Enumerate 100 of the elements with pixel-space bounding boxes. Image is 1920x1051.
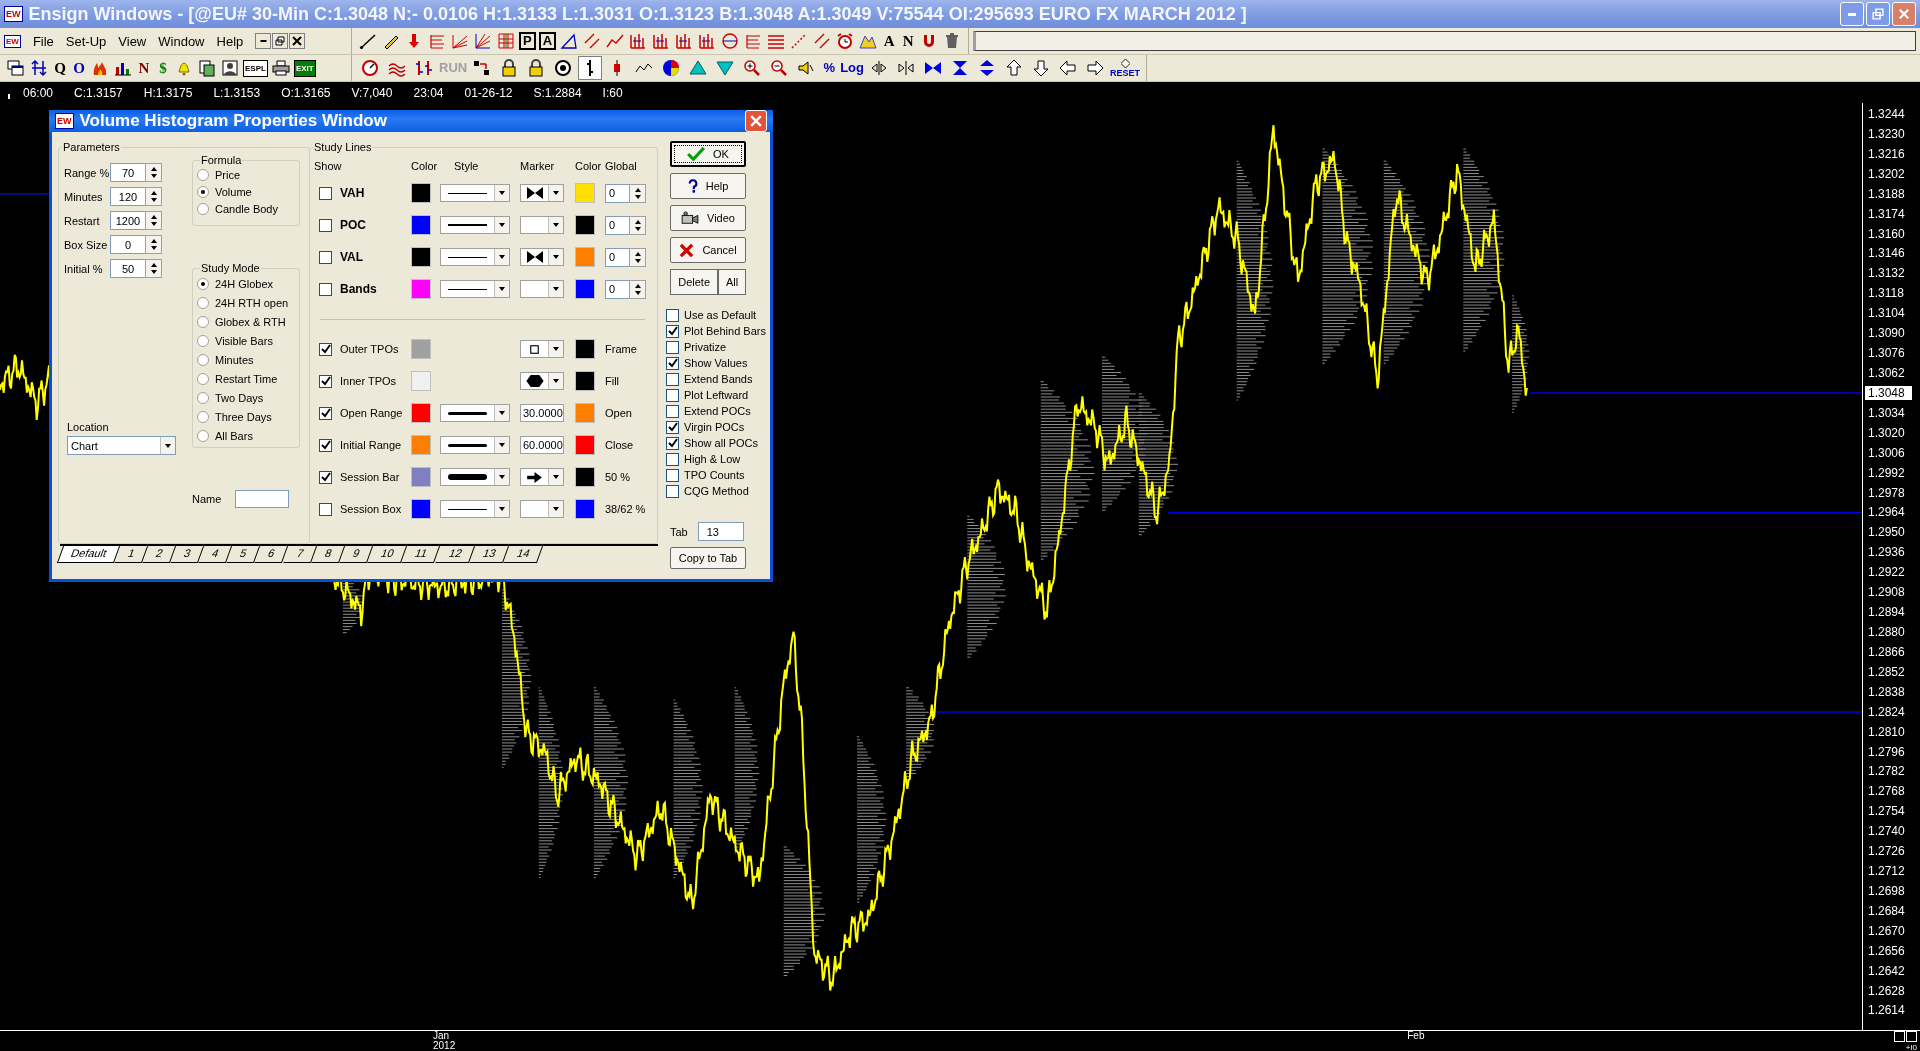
menu-item[interactable]: Help <box>210 33 250 49</box>
style-dropdown[interactable] <box>440 184 510 202</box>
checkbox[interactable] <box>666 468 679 482</box>
tab[interactable]: 7 <box>282 546 317 563</box>
updown-icon[interactable] <box>29 58 49 79</box>
tab[interactable]: 11 <box>401 546 441 563</box>
checkbox[interactable] <box>666 324 679 338</box>
style-dropdown[interactable] <box>440 248 510 266</box>
marker-dropdown[interactable] <box>520 468 564 486</box>
number-field[interactable]: 0 <box>605 183 629 203</box>
number-field[interactable]: 120 <box>110 187 145 206</box>
color-swatch[interactable] <box>411 435 431 455</box>
marker-dropdown[interactable] <box>520 280 564 298</box>
color-swatch[interactable] <box>575 371 595 391</box>
color-swatch[interactable] <box>575 435 595 455</box>
panel-button[interactable] <box>1894 1031 1905 1042</box>
style-dropdown[interactable] <box>440 216 510 234</box>
dialog-button[interactable]: Cancel <box>670 237 746 263</box>
checkbox[interactable] <box>319 282 332 296</box>
color-swatch[interactable] <box>575 247 595 267</box>
toolbar-button[interactable]: A <box>881 31 898 52</box>
spinner-button[interactable] <box>145 235 162 254</box>
number-field[interactable]: 0 <box>605 215 629 235</box>
dialog-button[interactable]: Delete <box>670 269 719 295</box>
tab[interactable]: 8 <box>310 546 345 563</box>
style-dropdown[interactable] <box>440 404 510 422</box>
menu-item[interactable]: Set-Up <box>59 33 113 49</box>
radio-option[interactable]: Minutes <box>197 351 299 369</box>
spinner-button[interactable] <box>629 215 646 235</box>
toolbar-button[interactable]: P <box>519 32 536 51</box>
radio-option[interactable]: Three Days <box>197 408 299 426</box>
spinner-button[interactable] <box>145 163 162 182</box>
checkbox[interactable] <box>666 356 679 370</box>
tab[interactable]: Default <box>56 546 120 563</box>
close-button[interactable] <box>289 33 306 50</box>
bar-icon[interactable] <box>578 56 603 81</box>
dialog-button[interactable]: All <box>718 269 746 295</box>
checkbox[interactable] <box>666 308 679 322</box>
marker-dropdown[interactable] <box>520 248 564 266</box>
checkbox[interactable] <box>666 404 679 418</box>
windows-icon[interactable] <box>6 58 26 79</box>
toolbar-button[interactable]: N <box>136 58 152 79</box>
checkbox[interactable] <box>319 406 332 420</box>
radio-option[interactable]: Visible Bars <box>197 332 299 350</box>
checkbox[interactable] <box>666 436 679 450</box>
menu-item[interactable]: File <box>26 33 60 49</box>
style-dropdown[interactable] <box>440 436 510 454</box>
color-swatch[interactable] <box>411 371 431 391</box>
color-swatch[interactable] <box>575 403 595 423</box>
marker-dropdown[interactable] <box>520 372 564 390</box>
color-swatch[interactable] <box>411 279 431 299</box>
radio-option[interactable]: 24H RTH open <box>197 294 299 312</box>
checkbox[interactable] <box>319 438 332 452</box>
tab[interactable]: 2 <box>141 546 177 563</box>
checkbox[interactable] <box>666 388 679 402</box>
radio-option[interactable]: Globex & RTH <box>197 313 299 331</box>
circle-icon[interactable] <box>720 31 741 52</box>
color-swatch[interactable] <box>575 467 595 487</box>
radio-option[interactable]: Two Days <box>197 389 299 407</box>
color-swatch[interactable] <box>411 183 431 203</box>
color-swatch[interactable] <box>575 339 595 359</box>
tab[interactable]: 13 <box>468 546 510 563</box>
toolbar-button[interactable]: O <box>71 58 87 79</box>
radio-option[interactable]: All Bars <box>197 427 299 445</box>
color-swatch[interactable] <box>411 403 431 423</box>
menu-item[interactable]: View <box>112 33 153 49</box>
toolbar-button[interactable]: $ <box>155 58 171 79</box>
minimize-button[interactable] <box>255 33 272 50</box>
panel-button[interactable] <box>1906 1031 1917 1042</box>
radio-option[interactable]: Candle Body <box>197 201 299 217</box>
style-dropdown[interactable] <box>440 500 510 518</box>
menu-item[interactable]: Window <box>152 33 211 49</box>
number-field[interactable]: 50 <box>110 259 145 278</box>
tab[interactable]: 12 <box>434 546 475 563</box>
tab[interactable]: 9 <box>338 546 374 563</box>
toolbar-button[interactable]: A <box>538 32 557 51</box>
color-swatch[interactable] <box>411 339 431 359</box>
spinner-button[interactable] <box>145 187 162 206</box>
triangle-icon[interactable] <box>559 31 580 52</box>
checkbox[interactable] <box>666 420 679 434</box>
marker-dropdown[interactable] <box>520 216 564 234</box>
restore-button[interactable] <box>272 33 289 50</box>
copy-button[interactable]: Copy to Tab <box>670 547 746 569</box>
number-field[interactable]: 70 <box>110 163 145 182</box>
dialog-button[interactable]: OK <box>670 141 746 167</box>
tab[interactable]: 5 <box>226 546 261 563</box>
toolbar-button[interactable]: Q <box>52 58 68 79</box>
toolbar-button[interactable]: N <box>900 31 917 52</box>
number-field[interactable]: 0 <box>605 247 629 267</box>
color-swatch[interactable] <box>575 183 595 203</box>
marker-dropdown[interactable] <box>520 500 564 518</box>
checkbox[interactable] <box>319 502 332 516</box>
checkbox[interactable] <box>319 470 332 484</box>
marker-dropdown[interactable] <box>520 340 564 358</box>
checkbox[interactable] <box>666 372 679 386</box>
printer-icon[interactable] <box>270 58 291 79</box>
color-swatch[interactable] <box>411 247 431 267</box>
checkbox[interactable] <box>319 186 332 200</box>
checkbox[interactable] <box>319 342 332 356</box>
spinner-button[interactable] <box>629 247 646 267</box>
